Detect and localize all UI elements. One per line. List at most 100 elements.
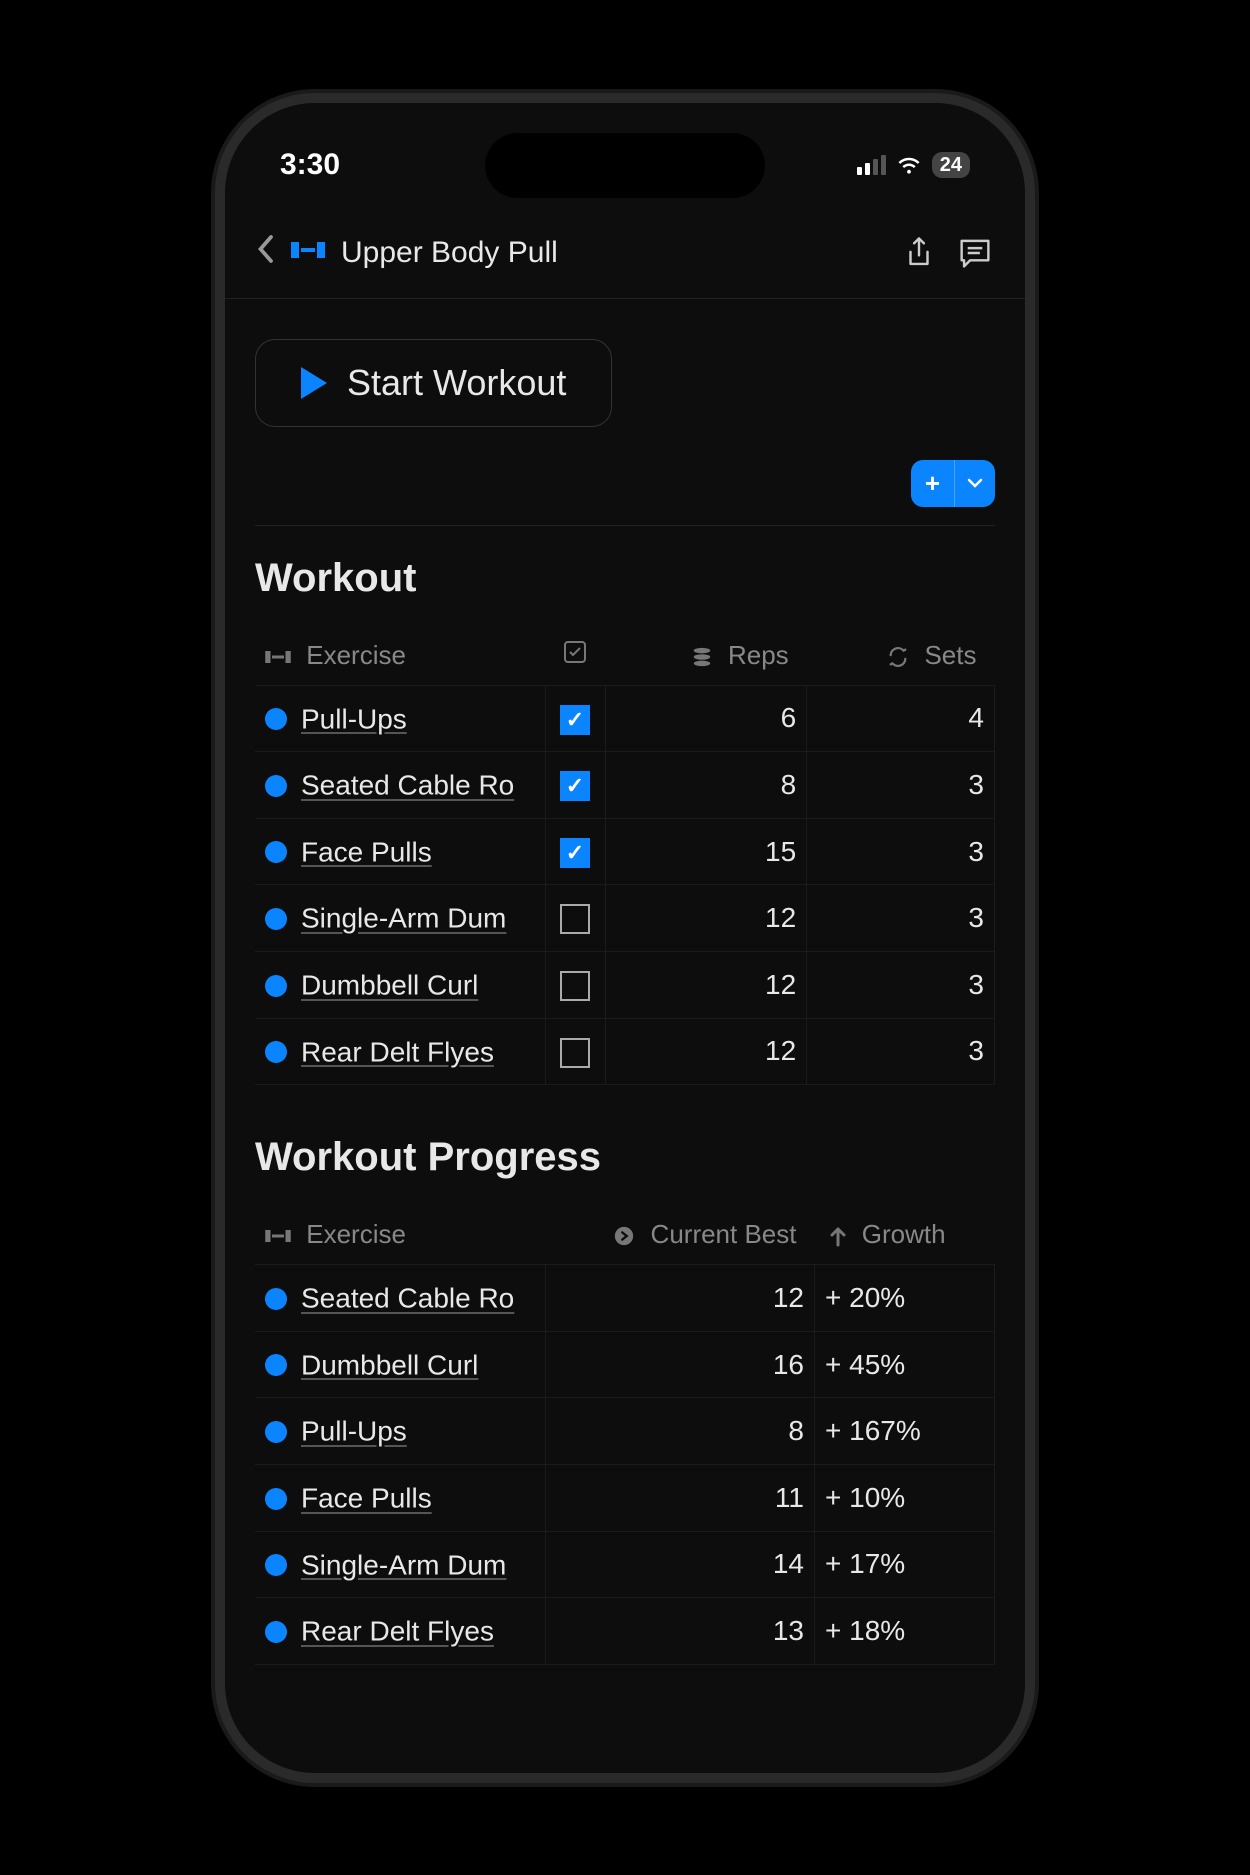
status-dot [265, 1554, 287, 1576]
exercise-name: Single-Arm Dum [301, 1549, 506, 1580]
table-row[interactable]: Rear Delt Flyes 12 3 [255, 1018, 995, 1085]
progress-section-title: Workout Progress [255, 1135, 995, 1180]
best-cell[interactable]: 14 [545, 1531, 815, 1598]
sets-cell[interactable]: 3 [807, 1018, 995, 1085]
refresh-icon [887, 646, 909, 668]
exercise-cell[interactable]: Single-Arm Dum [255, 1531, 545, 1598]
wifi-icon [896, 152, 922, 178]
stack-icon [691, 646, 713, 668]
reps-cell[interactable]: 15 [605, 818, 807, 885]
exercise-checkbox[interactable] [560, 971, 590, 1001]
table-row[interactable]: Face Pulls ✓ 15 3 [255, 818, 995, 885]
checkbox-cell[interactable]: ✓ [545, 752, 605, 819]
share-button[interactable] [899, 233, 939, 273]
table-row[interactable]: Seated Cable Ro 12 + 20% [255, 1265, 995, 1332]
status-dot [265, 841, 287, 863]
status-dot [265, 1288, 287, 1310]
col-header-growth[interactable]: Growth [815, 1205, 995, 1265]
sets-cell[interactable]: 3 [807, 818, 995, 885]
sets-cell[interactable]: 4 [807, 685, 995, 752]
exercise-cell[interactable]: Dumbbell Curl [255, 1331, 545, 1398]
growth-cell[interactable]: + 17% [815, 1531, 995, 1598]
reps-cell[interactable]: 12 [605, 951, 807, 1018]
table-row[interactable]: Pull-Ups 8 + 167% [255, 1398, 995, 1465]
arrow-right-circle-icon [613, 1225, 635, 1247]
growth-cell[interactable]: + 20% [815, 1265, 995, 1332]
growth-cell[interactable]: + 10% [815, 1464, 995, 1531]
workout-section-title: Workout [255, 556, 995, 601]
exercise-cell[interactable]: Rear Delt Flyes [255, 1018, 545, 1085]
col-header-exercise[interactable]: Exercise [255, 626, 545, 686]
growth-cell[interactable]: + 18% [815, 1598, 995, 1665]
sets-cell[interactable]: 3 [807, 885, 995, 952]
reps-cell[interactable]: 8 [605, 752, 807, 819]
col-header-check[interactable] [545, 626, 605, 686]
dumbbell-icon [265, 648, 291, 666]
add-button[interactable]: + [911, 460, 995, 507]
add-row: + [255, 452, 995, 526]
status-dot [265, 1621, 287, 1643]
progress-table: Exercise Current Best Growth Seated C [255, 1205, 995, 1665]
exercise-cell[interactable]: Pull-Ups [255, 1398, 545, 1465]
exercise-cell[interactable]: Seated Cable Ro [255, 1265, 545, 1332]
status-dot [265, 908, 287, 930]
checkbox-cell[interactable] [545, 885, 605, 952]
col-header-exercise[interactable]: Exercise [255, 1205, 545, 1265]
table-row[interactable]: Pull-Ups ✓ 6 4 [255, 685, 995, 752]
exercise-cell[interactable]: Pull-Ups [255, 685, 545, 752]
growth-cell[interactable]: + 45% [815, 1331, 995, 1398]
exercise-name: Dumbbell Curl [301, 970, 478, 1001]
col-header-sets[interactable]: Sets [807, 626, 995, 686]
table-row[interactable]: Dumbbell Curl 16 + 45% [255, 1331, 995, 1398]
arrow-up-icon [829, 1225, 847, 1247]
table-row[interactable]: Rear Delt Flyes 13 + 18% [255, 1598, 995, 1665]
best-cell[interactable]: 8 [545, 1398, 815, 1465]
checkbox-cell[interactable]: ✓ [545, 818, 605, 885]
exercise-checkbox[interactable]: ✓ [560, 771, 590, 801]
status-dot [265, 1421, 287, 1443]
reps-cell[interactable]: 12 [605, 885, 807, 952]
plus-icon: + [911, 460, 955, 507]
exercise-cell[interactable]: Rear Delt Flyes [255, 1598, 545, 1665]
checkbox-cell[interactable]: ✓ [545, 685, 605, 752]
checkbox-cell[interactable] [545, 1018, 605, 1085]
workout-app-icon [291, 237, 325, 269]
growth-cell[interactable]: + 167% [815, 1398, 995, 1465]
exercise-cell[interactable]: Dumbbell Curl [255, 951, 545, 1018]
exercise-checkbox[interactable]: ✓ [560, 705, 590, 735]
chat-icon [958, 237, 992, 269]
checkbox-cell[interactable] [545, 951, 605, 1018]
table-row[interactable]: Single-Arm Dum 12 3 [255, 885, 995, 952]
table-row[interactable]: Dumbbell Curl 12 3 [255, 951, 995, 1018]
screen: 3:30 24 Upper Body Pull [225, 103, 1025, 1773]
exercise-name: Seated Cable Ro [301, 1283, 514, 1314]
best-cell[interactable]: 13 [545, 1598, 815, 1665]
exercise-checkbox[interactable] [560, 1038, 590, 1068]
sets-cell[interactable]: 3 [807, 752, 995, 819]
table-row[interactable]: Seated Cable Ro ✓ 8 3 [255, 752, 995, 819]
table-row[interactable]: Single-Arm Dum 14 + 17% [255, 1531, 995, 1598]
exercise-cell[interactable]: Seated Cable Ro [255, 752, 545, 819]
reps-cell[interactable]: 12 [605, 1018, 807, 1085]
best-cell[interactable]: 16 [545, 1331, 815, 1398]
exercise-name: Face Pulls [301, 836, 432, 867]
exercise-checkbox[interactable]: ✓ [560, 838, 590, 868]
exercise-checkbox[interactable] [560, 904, 590, 934]
exercise-cell[interactable]: Face Pulls [255, 1464, 545, 1531]
comments-button[interactable] [955, 233, 995, 273]
exercise-name: Rear Delt Flyes [301, 1036, 494, 1067]
back-button[interactable] [255, 234, 275, 272]
start-workout-button[interactable]: Start Workout [255, 339, 612, 427]
col-header-best[interactable]: Current Best [545, 1205, 815, 1265]
col-header-reps[interactable]: Reps [605, 626, 807, 686]
reps-cell[interactable]: 6 [605, 685, 807, 752]
start-workout-label: Start Workout [347, 362, 566, 404]
battery-indicator: 24 [932, 152, 970, 178]
sets-cell[interactable]: 3 [807, 951, 995, 1018]
table-row[interactable]: Face Pulls 11 + 10% [255, 1464, 995, 1531]
best-cell[interactable]: 12 [545, 1265, 815, 1332]
exercise-cell[interactable]: Face Pulls [255, 818, 545, 885]
best-cell[interactable]: 11 [545, 1464, 815, 1531]
exercise-name: Pull-Ups [301, 703, 407, 734]
exercise-cell[interactable]: Single-Arm Dum [255, 885, 545, 952]
